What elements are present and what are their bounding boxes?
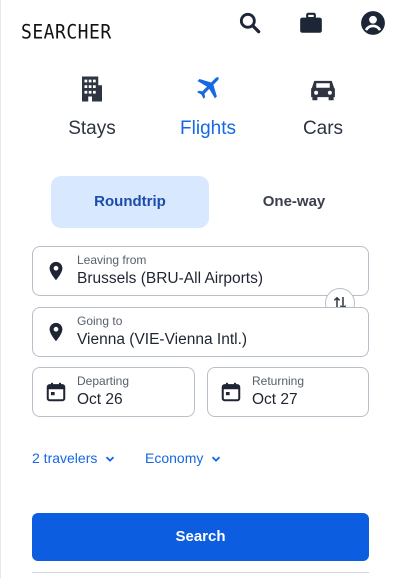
search-icon[interactable] xyxy=(237,10,263,36)
cabin-class-value: Economy xyxy=(145,450,204,466)
returning-label: Returning xyxy=(252,374,305,388)
car-icon xyxy=(308,74,338,104)
travelers-dropdown[interactable]: 2 travelers xyxy=(32,450,115,466)
calendar-icon xyxy=(45,381,67,403)
category-stays[interactable]: Stays xyxy=(42,74,142,140)
airplane-icon xyxy=(193,74,223,104)
account-icon[interactable] xyxy=(360,10,386,36)
category-label: Cars xyxy=(302,118,344,139)
hotel-building-icon xyxy=(77,74,107,104)
leaving-from-label: Leaving from xyxy=(77,253,147,267)
trip-type-tabs: Roundtrip One-way xyxy=(51,176,351,228)
cabin-class-dropdown[interactable]: Economy xyxy=(145,450,221,466)
flight-search-page: SEARCHER Stays Flights Cars Roundtrip On… xyxy=(0,0,409,578)
going-to-value: Vienna (VIE-Vienna Intl.) xyxy=(77,331,248,348)
travelers-value: 2 travelers xyxy=(32,450,98,466)
returning-date-field[interactable]: Returning Oct 27 xyxy=(207,367,369,417)
departing-date-field[interactable]: Departing Oct 26 xyxy=(32,367,195,417)
category-label: Stays xyxy=(68,118,116,139)
chevron-down-icon xyxy=(211,454,221,464)
leaving-from-value: Brussels (BRU-All Airports) xyxy=(77,270,264,287)
departing-label: Departing xyxy=(77,374,130,388)
divider xyxy=(32,572,369,573)
category-flights[interactable]: Flights xyxy=(158,74,258,140)
tab-roundtrip[interactable]: Roundtrip xyxy=(51,176,209,228)
category-cars[interactable]: Cars xyxy=(273,74,373,140)
departing-value: Oct 26 xyxy=(77,391,123,408)
brand-logo[interactable]: SEARCHER xyxy=(21,21,112,44)
category-label: Flights xyxy=(180,118,236,139)
going-to-field[interactable]: Going to Vienna (VIE-Vienna Intl.) xyxy=(32,307,369,357)
location-pin-icon xyxy=(45,321,67,343)
going-to-label: Going to xyxy=(77,314,123,328)
chevron-down-icon xyxy=(105,454,115,464)
leaving-from-field[interactable]: Leaving from Brussels (BRU-All Airports) xyxy=(32,246,369,296)
search-button[interactable]: Search xyxy=(32,513,369,561)
returning-value: Oct 27 xyxy=(252,391,298,408)
tab-one-way[interactable]: One-way xyxy=(229,176,359,228)
calendar-icon xyxy=(220,381,242,403)
location-pin-icon xyxy=(45,260,67,282)
briefcase-icon[interactable] xyxy=(298,10,324,36)
